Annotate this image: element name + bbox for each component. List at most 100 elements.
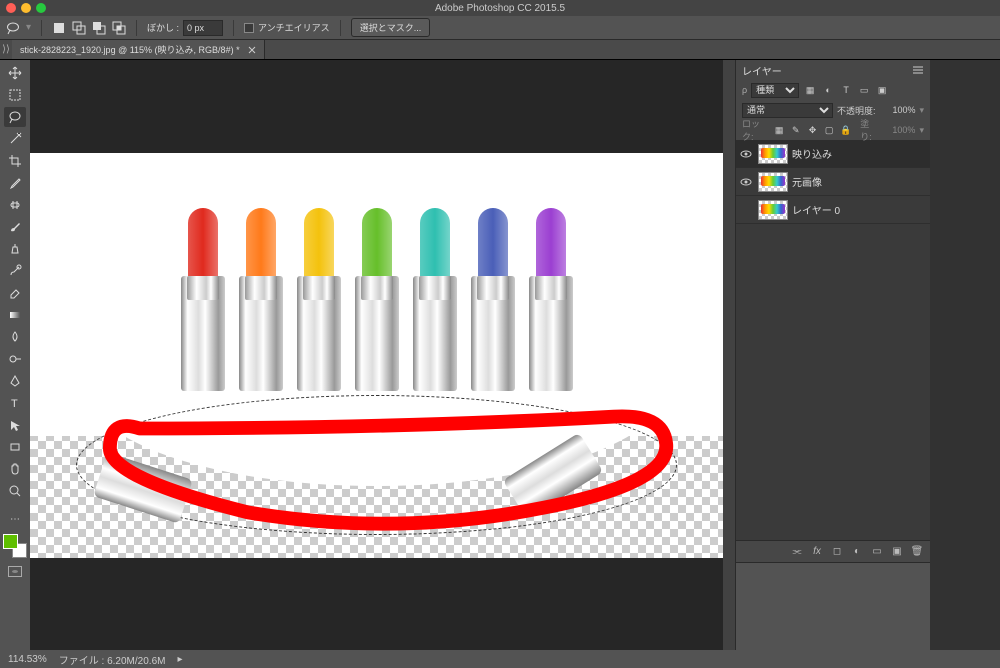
move-tool[interactable] [4,63,26,83]
document-tab[interactable]: stick-2828223_1920.jpg @ 115% (映り込み, RGB… [12,40,265,59]
zoom-level[interactable]: 114.53% [8,654,47,665]
layer-name[interactable]: レイヤー 0 [792,202,840,217]
lock-all-icon[interactable]: 🔒 [840,123,853,137]
blur-tool[interactable] [4,327,26,347]
lipstick-tip [478,208,508,280]
eraser-tool[interactable] [4,283,26,303]
layer-row[interactable]: 映り込み [736,140,930,168]
layer-row[interactable]: レイヤー 0 [736,196,930,224]
spot-heal-tool[interactable] [4,195,26,215]
layers-list: 映り込み元画像レイヤー 0 [736,140,930,540]
zoom-tool[interactable] [4,481,26,501]
tools-collapse-icon[interactable]: ⟩⟩ [0,44,12,55]
window-minimize-button[interactable] [21,3,31,13]
window-close-button[interactable] [6,3,16,13]
selection-subtract-icon[interactable] [92,21,106,35]
lipstick [297,208,341,391]
layer-name[interactable]: 元画像 [792,174,822,189]
visibility-toggle[interactable] [740,176,754,188]
status-menu-chevron-icon[interactable]: ▸ [177,654,182,665]
adjustment-layer-icon[interactable]: ◐ [850,545,864,559]
panel-menu-icon[interactable] [912,64,924,76]
marquee-tool[interactable] [4,85,26,105]
lock-paint-icon[interactable]: ✎ [789,123,802,137]
options-bar: ▾ ぼかし : アンチエイリアス 選択とマスク... [0,16,1000,40]
lipstick-tube [529,276,573,391]
lock-artboard-icon[interactable]: ▢ [823,123,836,137]
lipstick-tube [297,276,341,391]
lipstick-tip [362,208,392,280]
lasso-tool[interactable] [4,107,26,127]
fill-value[interactable]: 100% [883,125,916,135]
window-titlebar: Adobe Photoshop CC 2015.5 [0,0,1000,16]
feather-input[interactable] [183,20,223,36]
anti-alias-checkbox[interactable] [244,23,254,33]
opacity-label: 不透明度: [837,104,876,117]
eyedropper-tool[interactable] [4,173,26,193]
canvas-area[interactable] [30,60,723,650]
blend-mode-select[interactable]: 通常 [742,103,833,118]
lipstick-tube [181,276,225,391]
layer-row[interactable]: 元画像 [736,168,930,196]
lipstick [355,208,399,391]
selection-add-icon[interactable] [72,21,86,35]
lipstick-tube [355,276,399,391]
lipstick-tip [304,208,334,280]
lock-position-icon[interactable]: ✥ [806,123,819,137]
group-icon[interactable]: ▭ [870,545,884,559]
document-canvas[interactable] [30,153,723,558]
collapsed-panel-strip[interactable] [723,60,735,650]
annotation-circle [100,408,673,528]
filter-type-icon[interactable]: T [839,83,853,97]
app-title: Adobe Photoshop CC 2015.5 [435,3,565,14]
layer-fx-icon[interactable]: fx [810,545,824,559]
magic-wand-tool[interactable] [4,129,26,149]
lipsticks-row [30,208,723,391]
selection-new-icon[interactable] [52,21,66,35]
visibility-toggle[interactable] [740,148,754,160]
pen-tool[interactable] [4,371,26,391]
layer-filter-select[interactable]: 種類 [751,83,799,98]
dodge-tool[interactable] [4,349,26,369]
filter-smart-icon[interactable]: ▣ [875,83,889,97]
lock-transparent-icon[interactable]: ▦ [773,123,786,137]
lipstick [413,208,457,391]
brush-tool[interactable] [4,217,26,237]
opacity-value[interactable]: 100% [879,105,915,115]
type-tool[interactable]: T [4,393,26,413]
layer-thumbnail[interactable] [758,200,788,220]
lipstick [529,208,573,391]
refine-edge-button[interactable]: 選択とマスク... [351,18,431,37]
new-layer-icon[interactable]: ▣ [890,545,904,559]
selection-intersect-icon[interactable] [112,21,126,35]
edit-toolbar-icon[interactable]: ⋯ [4,509,26,529]
lipstick-tip [246,208,276,280]
filter-shape-icon[interactable]: ▭ [857,83,871,97]
close-icon[interactable] [248,46,256,54]
filter-adjust-icon[interactable]: ◐ [821,83,835,97]
lasso-tool-icon[interactable] [6,21,20,35]
lock-label: ロック: [742,117,769,143]
crop-tool[interactable] [4,151,26,171]
lipstick [471,208,515,391]
foreground-background-colors[interactable] [3,534,27,558]
trash-icon[interactable]: 🗑 [910,545,924,559]
clone-stamp-tool[interactable] [4,239,26,259]
foreground-color-swatch[interactable] [3,534,18,549]
filter-pixel-icon[interactable]: ▦ [803,83,817,97]
rectangle-tool[interactable] [4,437,26,457]
layer-thumbnail[interactable] [758,144,788,164]
hand-tool[interactable] [4,459,26,479]
window-zoom-button[interactable] [36,3,46,13]
history-brush-tool[interactable] [4,261,26,281]
layer-mask-icon[interactable]: ◻ [830,545,844,559]
gradient-tool[interactable] [4,305,26,325]
tools-panel: T ⋯ [0,60,30,650]
quick-mask-mode[interactable] [4,562,26,580]
layers-panel-title[interactable]: レイヤー [742,63,782,78]
layer-name[interactable]: 映り込み [792,146,832,161]
lipstick-tube [471,276,515,391]
layer-thumbnail[interactable] [758,172,788,192]
path-selection-tool[interactable] [4,415,26,435]
link-layers-icon[interactable]: ⫘ [790,545,804,559]
